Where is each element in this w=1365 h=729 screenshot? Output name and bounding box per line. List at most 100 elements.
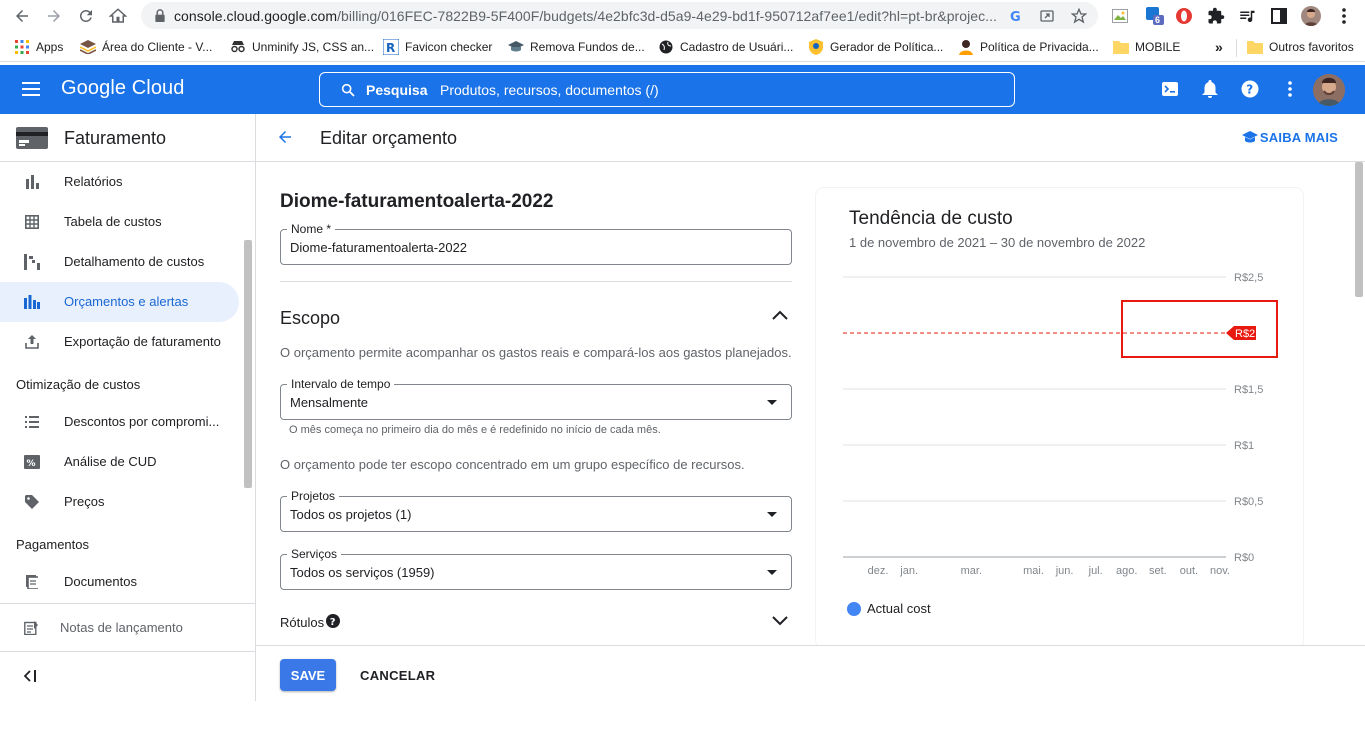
labels-section-toggle[interactable]: Rótulos ? xyxy=(280,612,792,632)
back-arrow-icon[interactable] xyxy=(276,128,294,146)
sidebar-title: Faturamento xyxy=(64,128,167,148)
table-icon xyxy=(24,214,40,230)
cost-trend-chart[interactable]: R$0 R$0,5 R$1 R$1,5 R$2,5 R$2 dez. jan. mar. mai.… xyxy=(816,248,1303,588)
main-scrollbar[interactable] xyxy=(1355,162,1363,297)
image-extension-icon[interactable] xyxy=(1110,6,1130,26)
scope-section-title: Escopo xyxy=(280,308,341,328)
chrome-menu-icon[interactable] xyxy=(1334,6,1354,26)
x-tick-label: jun. xyxy=(1055,565,1074,577)
time-interval-value: Mensalmente xyxy=(290,395,369,410)
x-tick-label: mar. xyxy=(961,565,982,577)
dropdown-arrow-icon xyxy=(767,512,777,517)
learn-more-button[interactable]: SAIBA MAIS xyxy=(1241,130,1338,145)
bookmarks-bar: Apps Área do Cliente - V... Unminify JS,… xyxy=(0,32,1365,62)
projects-select[interactable]: Projetos Todos os projetos (1) xyxy=(280,489,792,532)
percent-icon: % xyxy=(24,454,40,470)
chevron-up-icon[interactable] xyxy=(772,310,788,320)
save-button[interactable]: SAVE xyxy=(280,659,336,691)
projects-label: Projetos xyxy=(287,489,340,503)
bookmark-politica-privacidade[interactable]: Política de Privacida... xyxy=(958,39,1099,55)
forward-icon[interactable] xyxy=(43,5,65,27)
help-icon[interactable]: ? xyxy=(1239,78,1261,100)
time-interval-select[interactable]: Intervalo de tempo Mensalmente xyxy=(280,377,792,420)
notifications-bell-icon[interactable] xyxy=(1199,78,1221,100)
chart-legend[interactable]: Actual cost xyxy=(847,601,931,616)
bookmark-star-icon[interactable] xyxy=(1070,7,1088,25)
svg-text:%: % xyxy=(27,459,36,469)
folder-icon xyxy=(1247,39,1263,55)
bookmarks-divider xyxy=(1236,39,1237,57)
bookmark-mobile[interactable]: MOBILE xyxy=(1113,39,1180,55)
sidebar-item-reports[interactable]: Relatórios xyxy=(0,162,239,202)
globe-icon xyxy=(658,39,674,55)
share-icon[interactable] xyxy=(1038,7,1056,25)
y-tick-label: R$0 xyxy=(1234,552,1254,564)
account-avatar[interactable] xyxy=(1313,74,1345,106)
home-icon[interactable] xyxy=(107,5,129,27)
services-select[interactable]: Serviços Todos os serviços (1959) xyxy=(280,547,792,590)
sidebar-item-cost-breakdown[interactable]: Detalhamento de custos xyxy=(0,242,239,282)
side-panel-icon[interactable] xyxy=(1269,6,1289,26)
y-tick-label: R$1,5 xyxy=(1234,384,1263,396)
x-tick-label: out. xyxy=(1180,565,1198,577)
search-bar[interactable]: Pesquisa Produtos, recursos, documentos … xyxy=(319,72,1015,107)
media-control-icon[interactable] xyxy=(1237,6,1257,26)
graduation-icon xyxy=(508,39,524,55)
cloud-shell-icon[interactable] xyxy=(1159,78,1181,100)
y-tick-label: R$2,5 xyxy=(1234,272,1263,284)
layers-icon xyxy=(80,39,96,55)
opera-extension-icon[interactable] xyxy=(1174,6,1194,26)
spy-icon xyxy=(230,39,246,55)
svg-text:R: R xyxy=(386,41,395,55)
bookmark-favicon-checker[interactable]: R Favicon checker xyxy=(383,39,492,55)
bookmark-gerador-politica[interactable]: Gerador de Política... xyxy=(808,39,943,55)
bookmark-unminify[interactable]: Unminify JS, CSS an... xyxy=(230,39,374,55)
hamburger-menu-icon[interactable] xyxy=(20,79,44,99)
extensions-puzzle-icon[interactable] xyxy=(1206,6,1226,26)
google-cloud-logo[interactable]: Google Cloud xyxy=(61,77,185,100)
sidebar-item-pricing[interactable]: Preços xyxy=(0,482,239,522)
url-text: console.cloud.google.com/billing/016FEC-… xyxy=(174,8,997,24)
sidebar-item-cud-analysis[interactable]: % Análise de CUD xyxy=(0,442,239,482)
list-icon xyxy=(24,414,40,430)
bookmark-cadastro[interactable]: Cadastro de Usuári... xyxy=(658,39,793,55)
more-bookmarks-button[interactable]: » xyxy=(1215,39,1223,55)
trello-extension-icon[interactable]: 6 xyxy=(1145,6,1165,26)
search-label: Pesquisa xyxy=(366,82,428,98)
name-field[interactable]: Nome * Diome-faturamentoalerta-2022 xyxy=(280,222,792,265)
section-cost-optimization: Otimização de custos xyxy=(16,377,141,392)
release-notes-link[interactable]: Notas de lançamento xyxy=(0,603,255,651)
dropdown-arrow-icon xyxy=(767,400,777,405)
bookmark-apps[interactable]: Apps xyxy=(14,39,63,55)
sidebar-item-cost-table[interactable]: Tabela de custos xyxy=(0,202,239,242)
address-bar[interactable]: console.cloud.google.com/billing/016FEC-… xyxy=(141,2,1098,29)
more-options-icon[interactable] xyxy=(1279,78,1301,100)
collapse-sidebar-button[interactable] xyxy=(0,651,255,701)
bookmark-area-cliente[interactable]: Área do Cliente - V... xyxy=(80,39,212,55)
scope-description-resources: O orçamento pode ter escopo concentrado … xyxy=(280,457,745,472)
sidebar-scrollbar[interactable] xyxy=(244,240,252,488)
billing-card-icon xyxy=(16,127,48,149)
bookmark-other-favorites[interactable]: Outros favoritos xyxy=(1247,39,1354,55)
sidebar-item-commitment-discounts[interactable]: Descontos por compromi... xyxy=(0,402,239,442)
profile-avatar-icon[interactable] xyxy=(1301,6,1321,26)
cancel-button[interactable]: CANCELAR xyxy=(352,659,443,691)
svg-text:?: ? xyxy=(330,617,336,628)
reload-icon[interactable] xyxy=(75,5,97,27)
section-divider xyxy=(280,281,792,282)
sidebar-item-billing-export[interactable]: Exportação de faturamento xyxy=(0,322,239,362)
help-icon[interactable]: ? xyxy=(326,614,340,628)
release-notes-icon xyxy=(24,621,38,635)
document-icon xyxy=(24,574,40,590)
time-interval-hint: O mês começa no primeiro dia do mês e é … xyxy=(289,424,661,436)
page-title: Editar orçamento xyxy=(320,128,458,148)
sidebar-item-documents[interactable]: Documentos xyxy=(0,562,239,602)
google-lens-icon[interactable]: G xyxy=(1007,7,1025,25)
back-icon[interactable] xyxy=(11,5,33,27)
y-tick-label: R$1 xyxy=(1234,440,1254,452)
section-payments: Pagamentos xyxy=(16,537,89,552)
chevron-down-icon[interactable] xyxy=(772,616,788,626)
r-logo-icon: R xyxy=(383,39,399,55)
sidebar-item-budgets-alerts[interactable]: Orçamentos e alertas xyxy=(0,282,239,322)
bookmark-remova-fundos[interactable]: Remova Fundos de... xyxy=(508,39,645,55)
